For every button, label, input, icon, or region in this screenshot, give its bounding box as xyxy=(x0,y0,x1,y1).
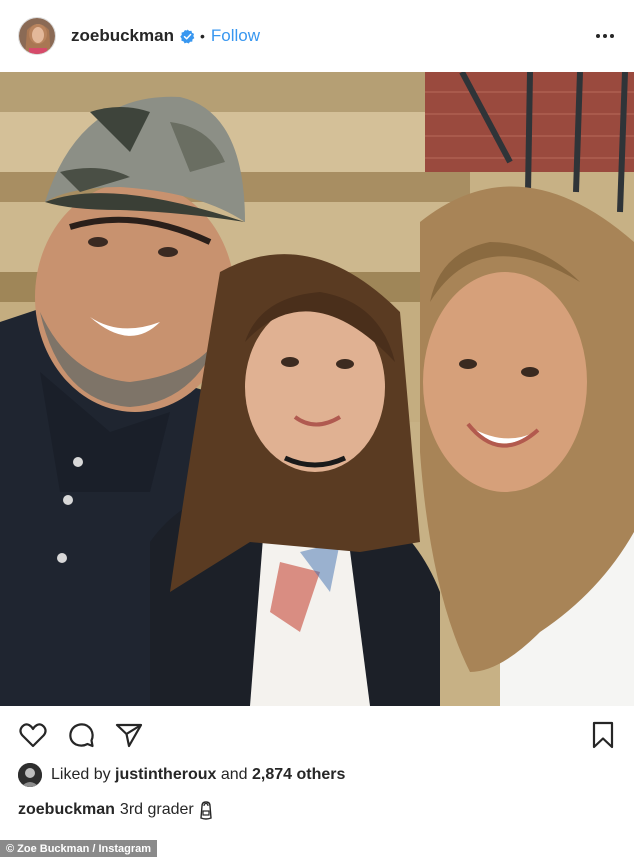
share-icon[interactable] xyxy=(114,720,144,750)
photo-credit: © Zoe Buckman / Instagram xyxy=(0,840,158,857)
backpack-emoji-icon xyxy=(200,801,212,820)
likes-count[interactable]: 2,874 others xyxy=(252,766,345,784)
post-photo[interactable] xyxy=(0,72,634,706)
likes-line: Liked by justintheroux and 2,874 others xyxy=(18,762,345,788)
caption-text: 3rd grader xyxy=(119,801,194,818)
liker-avatar[interactable] xyxy=(18,763,42,787)
bookmark-icon[interactable] xyxy=(588,720,618,750)
action-bar xyxy=(0,706,634,762)
profile-avatar[interactable] xyxy=(18,17,56,55)
comment-icon[interactable] xyxy=(66,720,96,750)
header-username[interactable]: zoebuckman xyxy=(71,26,174,46)
likes-prefix: Liked by xyxy=(51,766,111,783)
more-options-icon[interactable] xyxy=(594,26,616,46)
caption-username[interactable]: zoebuckman xyxy=(18,801,115,819)
verified-badge-icon xyxy=(180,28,195,44)
post-header: zoebuckman • Follow xyxy=(0,0,634,72)
likes-conjunction: and xyxy=(220,766,248,783)
liker-username[interactable]: justintheroux xyxy=(115,766,216,784)
caption: zoebuckman 3rd grader xyxy=(18,800,213,820)
follow-button[interactable]: Follow xyxy=(211,26,260,46)
heart-icon[interactable] xyxy=(18,720,48,750)
separator-dot: • xyxy=(199,28,205,44)
